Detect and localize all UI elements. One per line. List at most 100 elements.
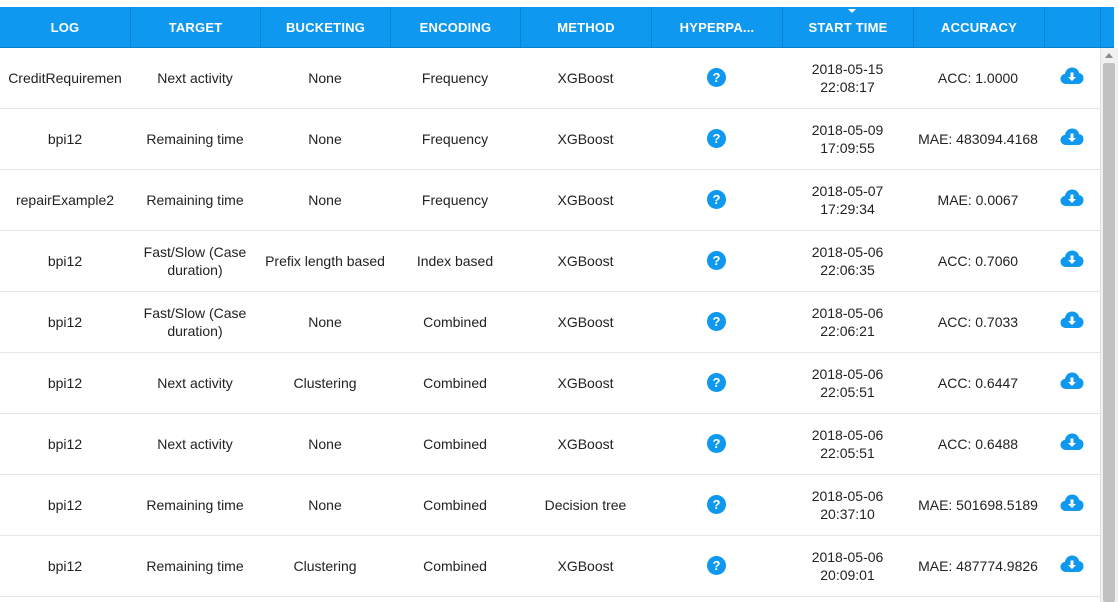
question-icon[interactable]: ? xyxy=(707,433,726,453)
cell-start-time: 2018-05-15 22:08:17 xyxy=(811,61,884,95)
cell-log: CreditRequiremen xyxy=(8,70,122,86)
cell-encoding: Frequency xyxy=(421,131,489,147)
cell-accuracy: MAE: 0.0067 xyxy=(937,192,1019,208)
cell-start-time: 2018-05-06 20:37:10 xyxy=(811,488,884,522)
cloud-download-icon[interactable] xyxy=(1060,493,1084,516)
cell-start-time: 2018-05-06 20:09:01 xyxy=(811,549,884,583)
cell-accuracy: MAE: 483094.4168 xyxy=(918,131,1038,147)
cloud-download-icon[interactable] xyxy=(1060,432,1084,455)
question-icon[interactable]: ? xyxy=(707,494,726,514)
cell-bucketing: Clustering xyxy=(293,375,357,391)
cell-encoding: Combined xyxy=(423,558,487,574)
cell-method: XGBoost xyxy=(557,375,614,391)
cell-accuracy: MAE: 501698.5189 xyxy=(918,497,1038,513)
cell-bucketing: None xyxy=(308,436,342,452)
cell-hyperparameters: ? xyxy=(651,353,782,413)
column-header-hyperparameters[interactable]: HYPERPA... xyxy=(652,7,783,47)
question-icon[interactable]: ? xyxy=(707,189,726,209)
scroll-up-arrow-icon[interactable] xyxy=(1105,53,1113,58)
column-header-download xyxy=(1045,7,1101,47)
cell-accuracy: ACC: 0.7033 xyxy=(937,314,1019,330)
table-row[interactable]: bpi12 Fast/Slow (Case duration) None Com… xyxy=(0,292,1100,353)
cell-download xyxy=(1043,170,1100,230)
cell-target: Remaining time xyxy=(146,558,244,574)
table-row[interactable]: bpi12 Next activity None Combined XGBoos… xyxy=(0,414,1100,475)
question-icon[interactable]: ? xyxy=(707,311,726,331)
cell-start-time: 2018-05-06 22:05:51 xyxy=(811,366,884,400)
table-row[interactable]: bpi12 Remaining time None Frequency XGBo… xyxy=(0,109,1100,170)
question-icon[interactable]: ? xyxy=(707,128,726,148)
cell-log: bpi12 xyxy=(47,253,83,269)
cell-start-time: 2018-05-06 22:06:35 xyxy=(811,244,884,278)
cell-log: bpi12 xyxy=(47,314,83,330)
cell-bucketing: None xyxy=(308,70,342,86)
cell-hyperparameters: ? xyxy=(651,414,782,474)
cloud-download-icon[interactable] xyxy=(1060,554,1084,577)
cell-hyperparameters: ? xyxy=(651,231,782,291)
cell-accuracy: ACC: 0.6447 xyxy=(937,375,1019,391)
cell-target: Remaining time xyxy=(146,192,244,208)
column-header-accuracy[interactable]: ACCURACY xyxy=(914,7,1045,47)
cell-bucketing: None xyxy=(308,131,342,147)
cell-download xyxy=(1043,109,1100,169)
cell-log: bpi12 xyxy=(47,375,83,391)
cloud-download-icon[interactable] xyxy=(1060,188,1084,211)
cell-method: XGBoost xyxy=(557,558,614,574)
cell-target: Remaining time xyxy=(146,131,244,147)
vertical-scrollbar[interactable] xyxy=(1100,48,1118,602)
column-header-log[interactable]: LOG xyxy=(0,7,131,47)
table-row[interactable]: bpi12 Remaining time None Combined Decis… xyxy=(0,475,1100,536)
table-body: CreditRequiremen Next activity None Freq… xyxy=(0,48,1100,602)
cell-download xyxy=(1043,536,1100,596)
cell-download xyxy=(1043,353,1100,413)
cell-target: Remaining time xyxy=(146,497,244,513)
cell-encoding: Index based xyxy=(416,253,494,269)
question-icon[interactable]: ? xyxy=(707,555,726,575)
cell-hyperparameters: ? xyxy=(651,292,782,352)
cell-method: XGBoost xyxy=(557,192,614,208)
table-row[interactable]: repairExample2 Remaining time None Frequ… xyxy=(0,170,1100,231)
table-row[interactable]: CreditRequiremen Next activity None Freq… xyxy=(0,48,1100,109)
top-strip xyxy=(0,0,1118,7)
cell-method: XGBoost xyxy=(557,253,614,269)
cell-method: XGBoost xyxy=(557,70,614,86)
cell-hyperparameters: ? xyxy=(651,109,782,169)
table-row[interactable]: bpi12 Remaining time Clustering Combined… xyxy=(0,536,1100,597)
cell-start-time: 2018-05-06 22:05:51 xyxy=(811,427,884,461)
question-icon[interactable]: ? xyxy=(707,250,726,270)
sort-descending-icon xyxy=(848,9,856,13)
cell-target: Next activity xyxy=(157,70,233,86)
cloud-download-icon[interactable] xyxy=(1060,66,1084,89)
column-header-start-time[interactable]: START TIME xyxy=(783,7,914,47)
cell-accuracy: ACC: 0.7060 xyxy=(937,253,1019,269)
cell-encoding: Combined xyxy=(423,375,487,391)
cell-start-time: 2018-05-06 22:06:21 xyxy=(811,305,884,339)
table-row[interactable]: bpi12 Fast/Slow (Case duration) Prefix l… xyxy=(0,231,1100,292)
cell-bucketing: Prefix length based xyxy=(265,253,385,269)
cell-download xyxy=(1043,48,1100,108)
cell-log: bpi12 xyxy=(47,497,83,513)
table-row[interactable]: bpi12 Next activity Clustering Combined … xyxy=(0,353,1100,414)
question-icon[interactable]: ? xyxy=(707,67,726,87)
cell-start-time: 2018-05-07 17:29:34 xyxy=(811,183,884,217)
column-header-bucketing[interactable]: BUCKETING xyxy=(261,7,391,47)
column-header-encoding[interactable]: ENCODING xyxy=(391,7,521,47)
cell-bucketing: Clustering xyxy=(293,558,357,574)
cell-target: Fast/Slow (Case duration) xyxy=(143,244,247,278)
question-icon[interactable]: ? xyxy=(707,372,726,392)
cell-encoding: Frequency xyxy=(421,70,489,86)
column-header-method[interactable]: METHOD xyxy=(521,7,652,47)
scrollbar-thumb[interactable] xyxy=(1103,63,1115,602)
cloud-download-icon[interactable] xyxy=(1060,371,1084,394)
cell-accuracy: ACC: 1.0000 xyxy=(937,70,1019,86)
cloud-download-icon[interactable] xyxy=(1060,310,1084,333)
cell-target: Fast/Slow (Case duration) xyxy=(143,305,247,339)
cloud-download-icon[interactable] xyxy=(1060,249,1084,272)
cloud-download-icon[interactable] xyxy=(1060,127,1084,150)
column-header-target[interactable]: TARGET xyxy=(131,7,261,47)
cell-log: bpi12 xyxy=(47,131,83,147)
cell-accuracy: ACC: 0.6488 xyxy=(937,436,1019,452)
cell-target: Next activity xyxy=(157,375,233,391)
cell-hyperparameters: ? xyxy=(651,475,782,535)
cell-bucketing: None xyxy=(308,497,342,513)
